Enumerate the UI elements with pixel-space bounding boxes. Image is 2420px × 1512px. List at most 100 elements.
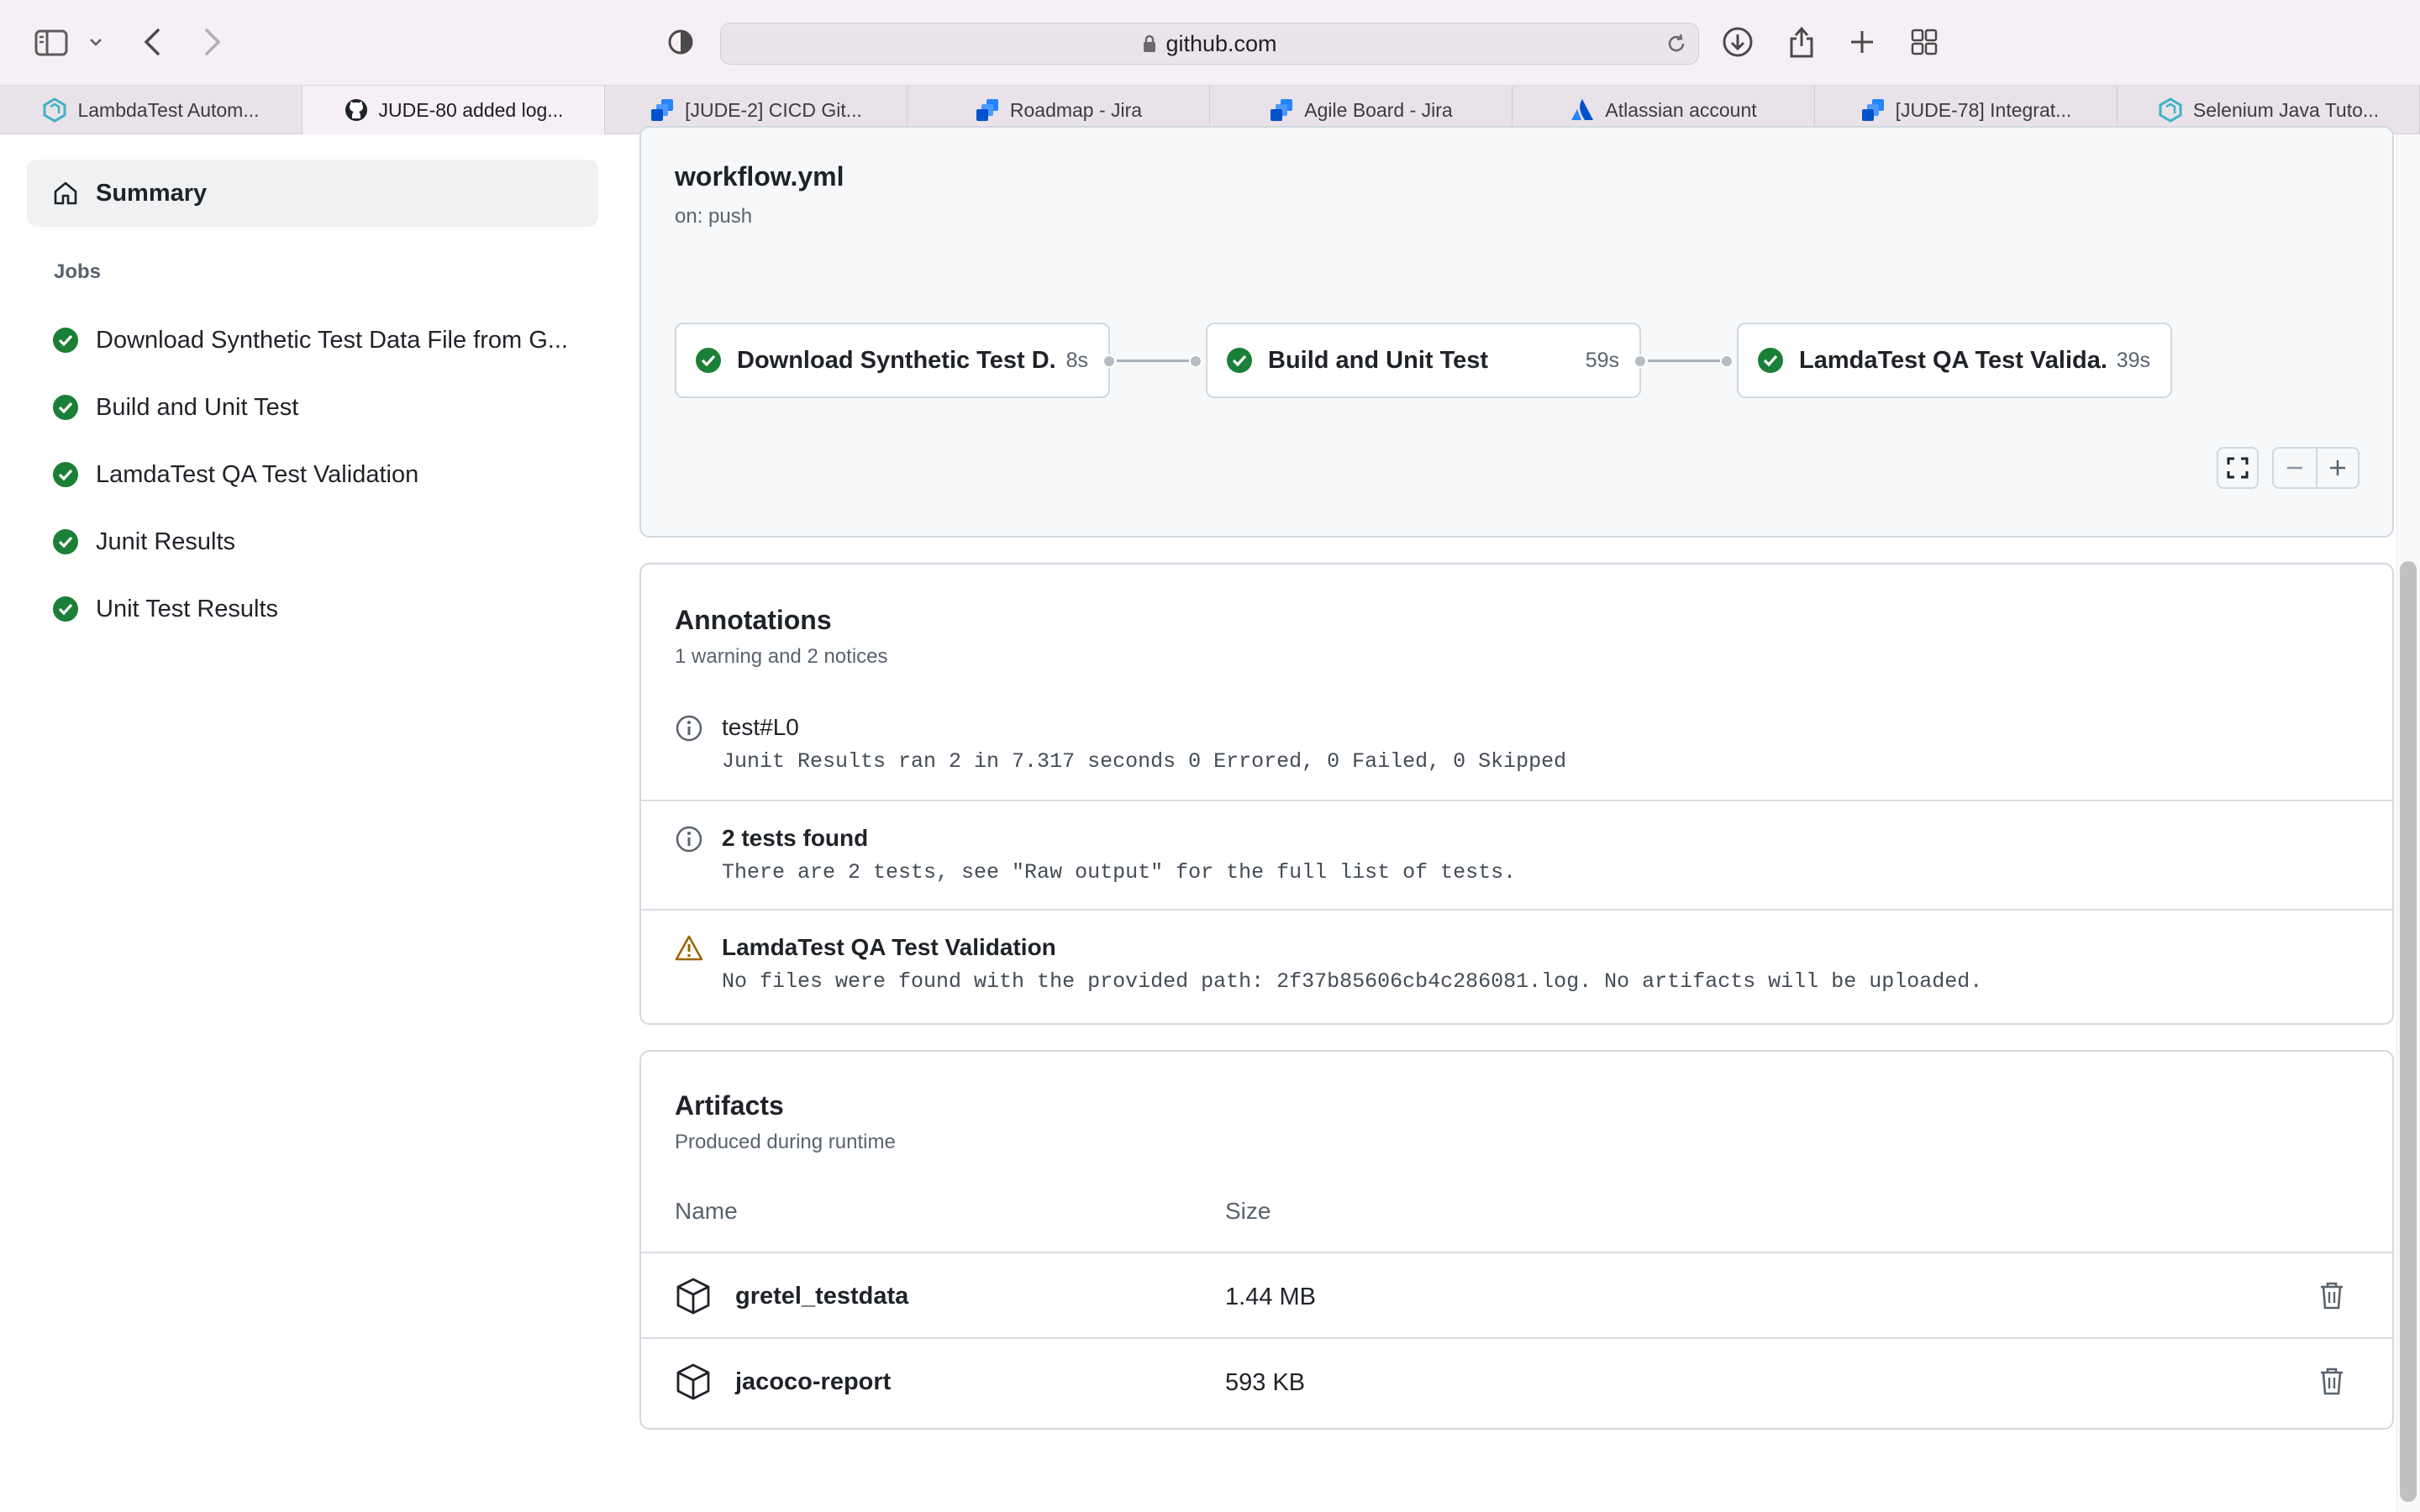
sidebar-job-build-unit-test[interactable]: Build and Unit Test: [52, 382, 598, 433]
workflow-graph-card: workflow.yml on: push Download Synthetic…: [639, 126, 2394, 538]
package-icon: [675, 1277, 712, 1315]
minus-icon: [2285, 458, 2305, 478]
scrollbar-thumb[interactable]: [2400, 561, 2417, 1502]
node-port: [1634, 354, 1647, 368]
zoom-in-button[interactable]: [2316, 449, 2358, 487]
github-icon: [344, 97, 369, 123]
annotation-item[interactable]: 2 tests found There are 2 tests, see "Ra…: [641, 800, 2392, 909]
zoom-out-button[interactable]: [2274, 449, 2316, 487]
success-check-icon: [52, 528, 79, 555]
node-connector: [1117, 360, 1189, 362]
forward-icon[interactable]: [200, 25, 225, 59]
fullscreen-icon: [2226, 456, 2249, 480]
table-row: jacoco-report 593 KB: [641, 1337, 2392, 1423]
sidebar-job-junit-results[interactable]: Junit Results: [52, 517, 598, 567]
node-duration: 59s: [1585, 348, 1619, 372]
workflow-node-lamdatest[interactable]: LamdaTest QA Test Valida... 39s: [1737, 323, 2172, 398]
artifact-size: 1.44 MB: [1225, 1284, 1316, 1310]
artifact-name-link[interactable]: jacoco-report: [735, 1368, 891, 1396]
success-check-icon: [1757, 347, 1784, 374]
column-header-size: Size: [1225, 1198, 1271, 1224]
new-tab-icon[interactable]: [1847, 27, 1877, 57]
workflow-node-build[interactable]: Build and Unit Test 59s: [1206, 323, 1641, 398]
success-check-icon: [52, 394, 79, 421]
artifacts-title: Artifacts: [675, 1090, 784, 1121]
annotation-title: test#L0: [722, 714, 799, 740]
job-label: Junit Results: [96, 528, 236, 555]
success-check-icon: [52, 461, 79, 488]
artifacts-card: Artifacts Produced during runtime Name S…: [639, 1050, 2394, 1430]
node-label: Download Synthetic Test D...: [737, 346, 1056, 374]
artifacts-subtitle: Produced during runtime: [675, 1131, 896, 1153]
fullscreen-button[interactable]: [2217, 447, 2259, 489]
jira-icon: [1269, 97, 1294, 123]
job-label: Download Synthetic Test Data File from G…: [96, 326, 568, 354]
tab-lambdatest[interactable]: LambdaTest Autom...: [0, 86, 302, 134]
node-port: [1189, 354, 1202, 368]
sidebar-item-summary[interactable]: Summary: [27, 160, 598, 227]
node-duration: 39s: [2116, 348, 2150, 372]
success-check-icon: [1226, 347, 1253, 374]
back-icon[interactable]: [139, 25, 165, 59]
annotation-message: There are 2 tests, see "Raw output" for …: [722, 860, 1517, 885]
success-check-icon: [52, 327, 79, 354]
sidebar-item-label: Summary: [96, 179, 208, 207]
actions-run-page: Summary Jobs Download Synthetic Test Dat…: [0, 126, 2420, 1512]
privacy-shield-icon[interactable]: [666, 27, 696, 57]
artifact-size: 593 KB: [1225, 1369, 1306, 1396]
url-text: github.com: [1165, 30, 1277, 56]
annotation-message: No files were found with the provided pa…: [722, 969, 1983, 994]
workflow-title: workflow.yml: [675, 161, 844, 192]
sidebar-job-lamdatest-qa[interactable]: LamdaTest QA Test Validation: [52, 449, 598, 500]
column-header-name: Name: [675, 1198, 738, 1224]
node-label: Build and Unit Test: [1268, 346, 1489, 374]
jira-icon: [1860, 97, 1886, 123]
lambdatest-icon: [42, 97, 67, 123]
table-row: gretel_testdata 1.44 MB: [641, 1252, 2392, 1337]
annotations-card: Annotations 1 warning and 2 notices test…: [639, 563, 2394, 1025]
url-bar[interactable]: github.com: [720, 23, 1699, 65]
annotation-message: Junit Results ran 2 in 7.317 seconds 0 E…: [722, 749, 1567, 774]
success-check-icon: [695, 347, 722, 374]
plus-icon: [2328, 458, 2348, 478]
sidebar-job-download-test-data[interactable]: Download Synthetic Test Data File from G…: [52, 315, 598, 365]
node-connector: [1648, 360, 1720, 362]
browser-toolbar: github.com: [0, 0, 2420, 86]
tab-github-jude-80[interactable]: JUDE-80 added log...: [302, 86, 605, 134]
workflow-node-download[interactable]: Download Synthetic Test D... 8s: [675, 323, 1110, 398]
info-icon: [675, 714, 703, 743]
zoom-controls: [2272, 447, 2360, 489]
reload-icon[interactable]: [1665, 32, 1688, 61]
tab-overview-icon[interactable]: [1909, 27, 1939, 57]
annotation-item[interactable]: LamdaTest QA Test Validation No files we…: [641, 909, 2392, 1018]
sidebar-job-unit-test-results[interactable]: Unit Test Results: [52, 584, 598, 634]
annotations-subtitle: 1 warning and 2 notices: [675, 645, 888, 668]
annotation-title: LamdaTest QA Test Validation: [722, 934, 1056, 960]
trash-icon[interactable]: [2318, 1366, 2345, 1396]
sidebar-toggle-icon[interactable]: [34, 28, 69, 58]
job-label: Unit Test Results: [96, 595, 279, 622]
jira-icon: [975, 97, 1000, 123]
annotations-title: Annotations: [675, 605, 832, 635]
workflow-trigger: on: push: [675, 205, 753, 228]
node-label: LamdaTest QA Test Valida...: [1799, 346, 2107, 374]
node-port: [1720, 354, 1733, 368]
artifact-name-link[interactable]: gretel_testdata: [735, 1283, 908, 1310]
home-icon: [52, 180, 96, 207]
annotation-title: 2 tests found: [722, 825, 869, 851]
jira-icon: [650, 97, 675, 123]
download-icon[interactable]: [1721, 25, 1754, 59]
package-icon: [675, 1362, 712, 1401]
job-label: Build and Unit Test: [96, 393, 299, 421]
info-icon: [675, 825, 703, 853]
lock-icon: [1142, 34, 1157, 54]
node-port: [1102, 354, 1116, 368]
warning-icon: [675, 934, 703, 963]
chevron-down-icon[interactable]: [87, 34, 104, 50]
annotation-item[interactable]: test#L0 Junit Results ran 2 in 7.317 sec…: [641, 690, 2392, 800]
jobs-heading: Jobs: [54, 260, 102, 283]
node-duration: 8s: [1065, 348, 1088, 372]
share-icon[interactable]: [1785, 24, 1818, 60]
atlassian-icon: [1570, 97, 1595, 123]
trash-icon[interactable]: [2318, 1280, 2345, 1310]
